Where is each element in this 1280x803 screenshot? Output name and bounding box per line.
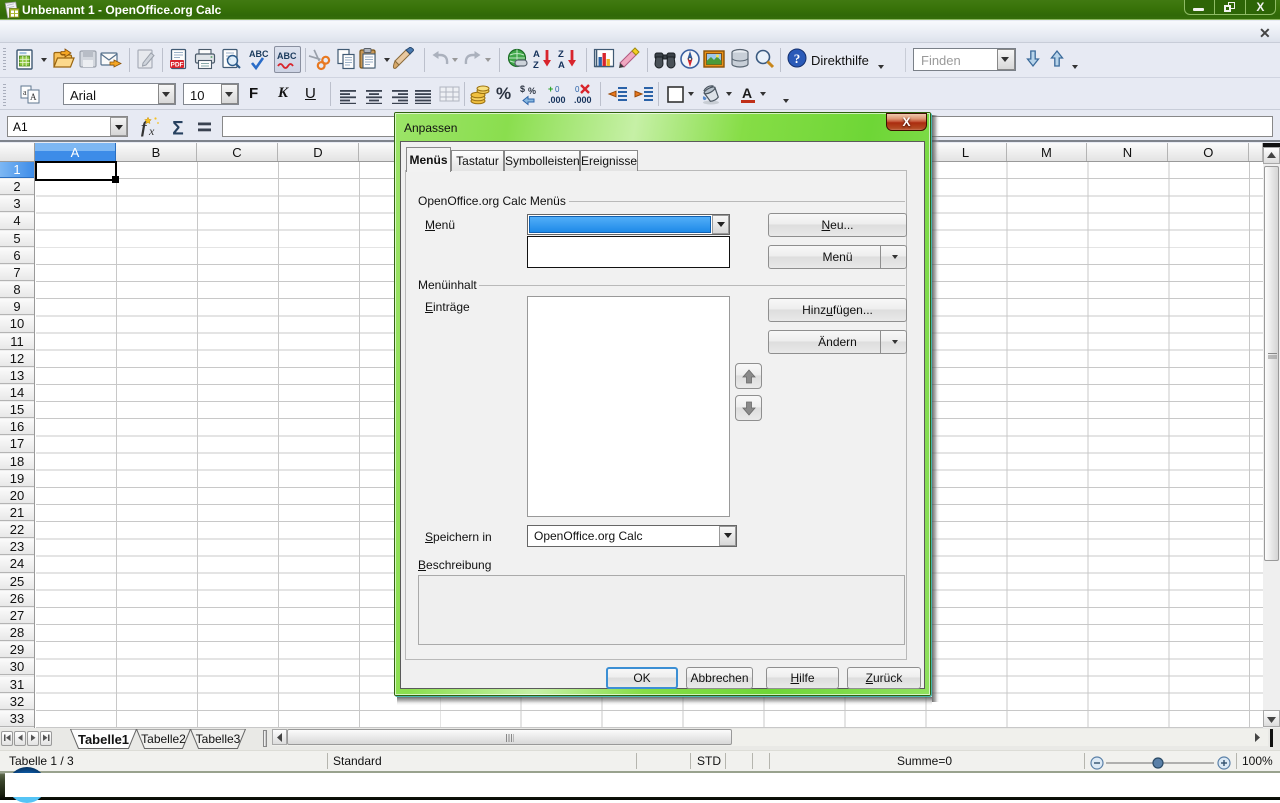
svg-text:Z: Z [558, 49, 564, 60]
svg-text:x: x [148, 124, 155, 138]
svg-text:PDF: PDF [171, 62, 184, 69]
svg-text:A: A [533, 49, 540, 60]
svg-text:Z: Z [533, 60, 539, 71]
svg-text:a: a [23, 88, 27, 97]
svg-text:A: A [30, 92, 37, 102]
svg-text:.000: .000 [548, 95, 566, 105]
svg-text:?: ? [794, 51, 801, 66]
svg-text:ABC: ABC [277, 51, 297, 61]
svg-text:$: $ [520, 84, 525, 94]
svg-text:ABC: ABC [249, 49, 269, 59]
svg-text:0: 0 [575, 85, 580, 94]
svg-text:Σ: Σ [172, 119, 183, 140]
svg-text:%: % [528, 86, 536, 96]
svg-text:A: A [742, 85, 752, 101]
svg-text:.000: .000 [574, 95, 592, 105]
svg-text:A: A [558, 60, 565, 71]
svg-text:0: 0 [555, 85, 560, 94]
svg-text:+: + [548, 84, 553, 94]
